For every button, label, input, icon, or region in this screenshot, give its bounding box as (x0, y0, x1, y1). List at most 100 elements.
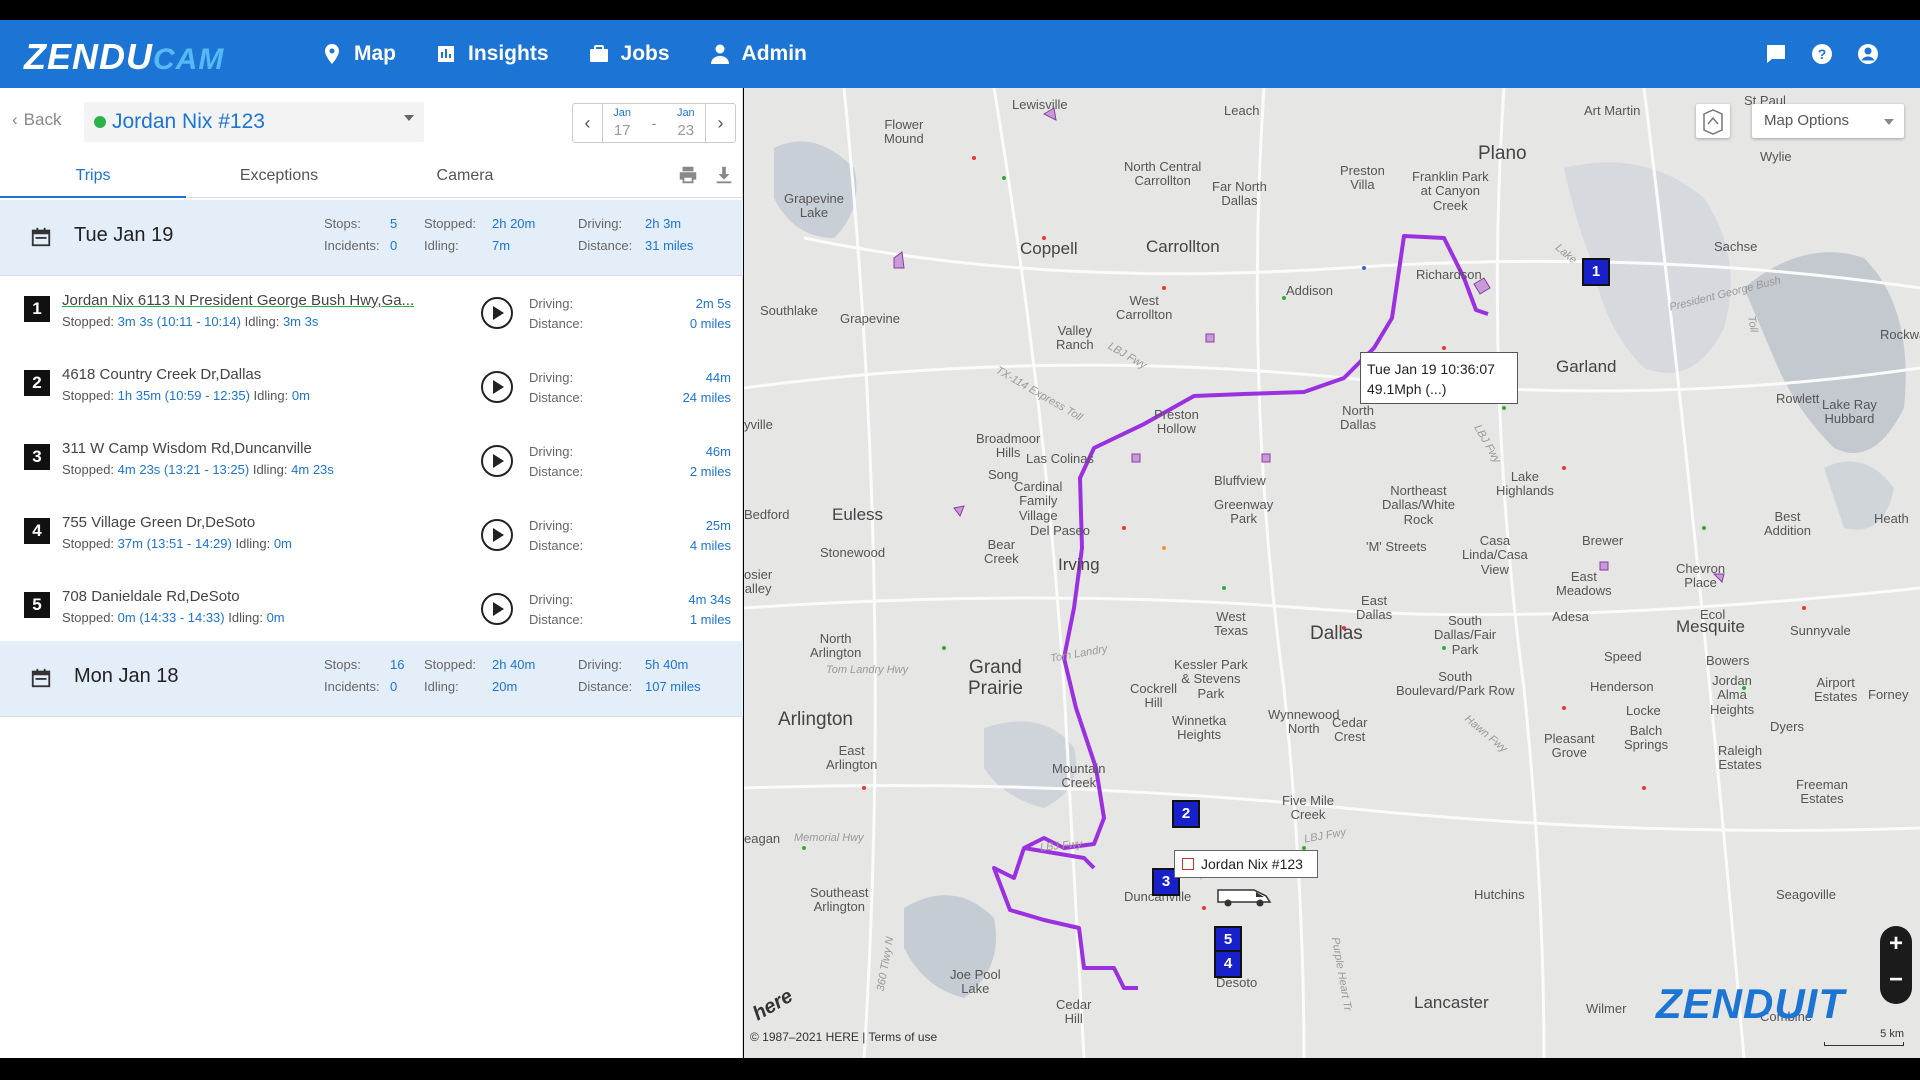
place-label-sachse: Sachse (1714, 239, 1758, 254)
svg-text:?: ? (1818, 46, 1827, 62)
place-label-valley-ranch: Valley Ranch (1056, 323, 1094, 353)
zoom-in-button[interactable]: + (1880, 926, 1912, 962)
nav-jobs[interactable]: Jobs (587, 42, 670, 66)
vehicle-name: Jordan Nix #123 (112, 110, 265, 133)
nav-map[interactable]: Map (320, 42, 396, 66)
place-label-west-carrollton: West Carrollton (1116, 293, 1173, 323)
end-date[interactable]: Jan 23 (677, 108, 695, 139)
vehicle-map-label[interactable]: Jordan Nix #123 (1174, 850, 1318, 878)
place-label-speed: Speed (1604, 649, 1642, 664)
place-label-bluffview: Bluffview (1214, 473, 1266, 488)
play-trip-icon[interactable] (480, 518, 514, 552)
place-label-southeast-arlington: Southeast Arlington (810, 885, 869, 915)
nav-admin[interactable]: Admin (708, 42, 807, 66)
map-layers-icon (1703, 109, 1723, 135)
zenducam-logo[interactable]: ZENDU CAM (24, 36, 224, 77)
place-label-wilmer: Wilmer (1586, 1001, 1627, 1016)
place-label-airport-estates: Airport Estates (1814, 675, 1858, 705)
place-label-leach: Leach (1224, 103, 1260, 118)
map-scale: 5 km (1824, 1028, 1904, 1046)
day-summary-mon-jan-18[interactable]: Mon Jan 18 Stops: 16 Incidents: 0 Stoppe… (0, 641, 743, 717)
trip-distance: 0 miles (689, 316, 731, 331)
play-trip-icon[interactable] (480, 592, 514, 626)
previous-week-button[interactable]: ‹ (573, 104, 603, 142)
trip-address[interactable]: 755 Village Green Dr,DeSoto (62, 514, 442, 531)
place-label-stonewood: Stonewood (820, 545, 886, 560)
place-label-arlington: Arlington (778, 709, 853, 730)
map-options-dropdown[interactable]: Map Options (1752, 104, 1904, 138)
nav-insights[interactable]: Insights (434, 42, 549, 66)
vehicle-dropdown[interactable]: Jordan Nix #123 (84, 102, 424, 142)
trip-row[interactable]: 1 Jordan Nix 6113 N President George Bush… (0, 276, 743, 350)
trip-address[interactable]: Jordan Nix 6113 N President George Bush … (62, 292, 442, 309)
day-summary-tue-jan-19[interactable]: Tue Jan 19 Stops: 5 Incidents: 0 Stopped… (0, 200, 743, 276)
next-week-button[interactable]: › (705, 104, 735, 142)
place-label-mesquite: Mesquite (1676, 617, 1745, 636)
place-label-lewisville: Lewisville (1012, 97, 1068, 112)
calendar-icon (31, 668, 51, 688)
place-label-lancaster: Lancaster (1414, 993, 1489, 1012)
screen-top-border (0, 0, 1920, 20)
map-layers-button[interactable] (1696, 104, 1730, 138)
bar-chart-icon (438, 46, 454, 62)
place-label-best-addition: Best Addition (1764, 509, 1811, 539)
download-icon[interactable] (713, 164, 735, 186)
place-label-kessler-park: Kessler Park & Stevens Park (1174, 657, 1248, 701)
place-label-henderson: Henderson (1590, 679, 1654, 694)
map-base-layer (744, 88, 1920, 1058)
header-actions: ? (1764, 20, 1880, 88)
account-icon[interactable] (1856, 42, 1880, 66)
date-range-picker: ‹ Jan 17 - Jan 23 › (572, 103, 736, 143)
chat-icon[interactable] (1764, 42, 1788, 66)
tab-trips[interactable]: Trips (0, 154, 186, 198)
place-label-east-dallas: East Dallas (1356, 593, 1393, 623)
map-view[interactable]: Lewisville Flower Mound Leach Art Martin St … (744, 88, 1920, 1058)
trip-address[interactable]: 708 Danieldale Rd,DeSoto (62, 588, 442, 605)
place-label-east-arlington: East Arlington (826, 743, 878, 773)
place-label-bedford: Bedford (744, 507, 790, 522)
place-label-five-mile-creek: Five Mile Creek (1282, 793, 1335, 823)
trip-number-badge: 4 (24, 518, 50, 544)
place-label-franklin-park: Franklin Park at Canyon Creek (1412, 169, 1489, 213)
tab-camera[interactable]: Camera (372, 154, 558, 198)
trip-row[interactable]: 2 4618 Country Creek Dr,Dallas Stopped: 1h… (0, 350, 743, 424)
start-date[interactable]: Jan 17 (613, 108, 631, 139)
place-label-plano: Plano (1478, 143, 1527, 164)
stop-marker-1[interactable]: 1 (1582, 258, 1610, 286)
trip-driving-time: 2m 5s (695, 296, 731, 311)
help-icon[interactable]: ? (1810, 42, 1834, 66)
place-label-art-martin: Art Martin (1584, 103, 1641, 118)
route-point-tooltip: Tue Jan 19 10:36:07 49.1Mph (...) (1360, 352, 1518, 404)
place-label-north-arlington: North Arlington (810, 631, 862, 661)
road-label-tom-landry: Tom Landry Hwy (826, 664, 909, 676)
place-label-bowers: Bowers (1706, 653, 1750, 668)
play-trip-icon[interactable] (480, 296, 514, 330)
trip-row[interactable]: 3 311 W Camp Wisdom Rd,Duncanville Stopped… (0, 424, 743, 498)
trip-address[interactable]: 4618 Country Creek Dr,Dallas (62, 366, 442, 383)
place-label-dallas: Dallas (1310, 623, 1363, 644)
zoom-out-button[interactable]: − (1880, 962, 1912, 998)
print-icon[interactable] (677, 164, 699, 186)
place-label-grand-prairie: Grand Prairie (968, 657, 1023, 699)
place-label-pleasant-grove: Pleasant Grove (1544, 731, 1595, 761)
stop-marker-2[interactable]: 2 (1172, 800, 1200, 828)
trip-row[interactable]: 4 755 Village Green Dr,DeSoto Stopped: 37m… (0, 498, 743, 572)
tab-exceptions[interactable]: Exceptions (186, 154, 372, 198)
vehicle-van-icon[interactable] (1214, 884, 1274, 908)
trip-row[interactable]: 5 708 Danieldale Rd,DeSoto Stopped: 0m (14… (0, 572, 743, 646)
place-label-cedar-hill: Cedar Hill (1056, 997, 1092, 1027)
stop-marker-4[interactable]: 4 (1214, 950, 1242, 978)
top-navigation-bar: ZENDU CAM Map Insights Jobs Admin ? (0, 20, 1920, 88)
play-trip-icon[interactable] (480, 444, 514, 478)
place-label-hutchins: Hutchins (1474, 887, 1525, 902)
play-trip-icon[interactable] (480, 370, 514, 404)
date-range[interactable]: Jan 17 - Jan 23 (603, 108, 705, 139)
trip-address[interactable]: 311 W Camp Wisdom Rd,Duncanville (62, 440, 442, 457)
back-button[interactable]: ‹ Back (12, 110, 61, 130)
place-label-preston-villa: Preston Villa (1340, 163, 1385, 193)
place-label-joe-pool-lake: Joe Pool Lake (950, 967, 1001, 997)
place-label-freeman-estates: Freeman Estates (1796, 777, 1849, 807)
map-copyright[interactable]: © 1987–2021 HERE | Terms of use (750, 1030, 937, 1044)
place-label-cedar-crest: Cedar Crest (1332, 715, 1368, 745)
trip-driving-time: 46m (705, 444, 731, 459)
